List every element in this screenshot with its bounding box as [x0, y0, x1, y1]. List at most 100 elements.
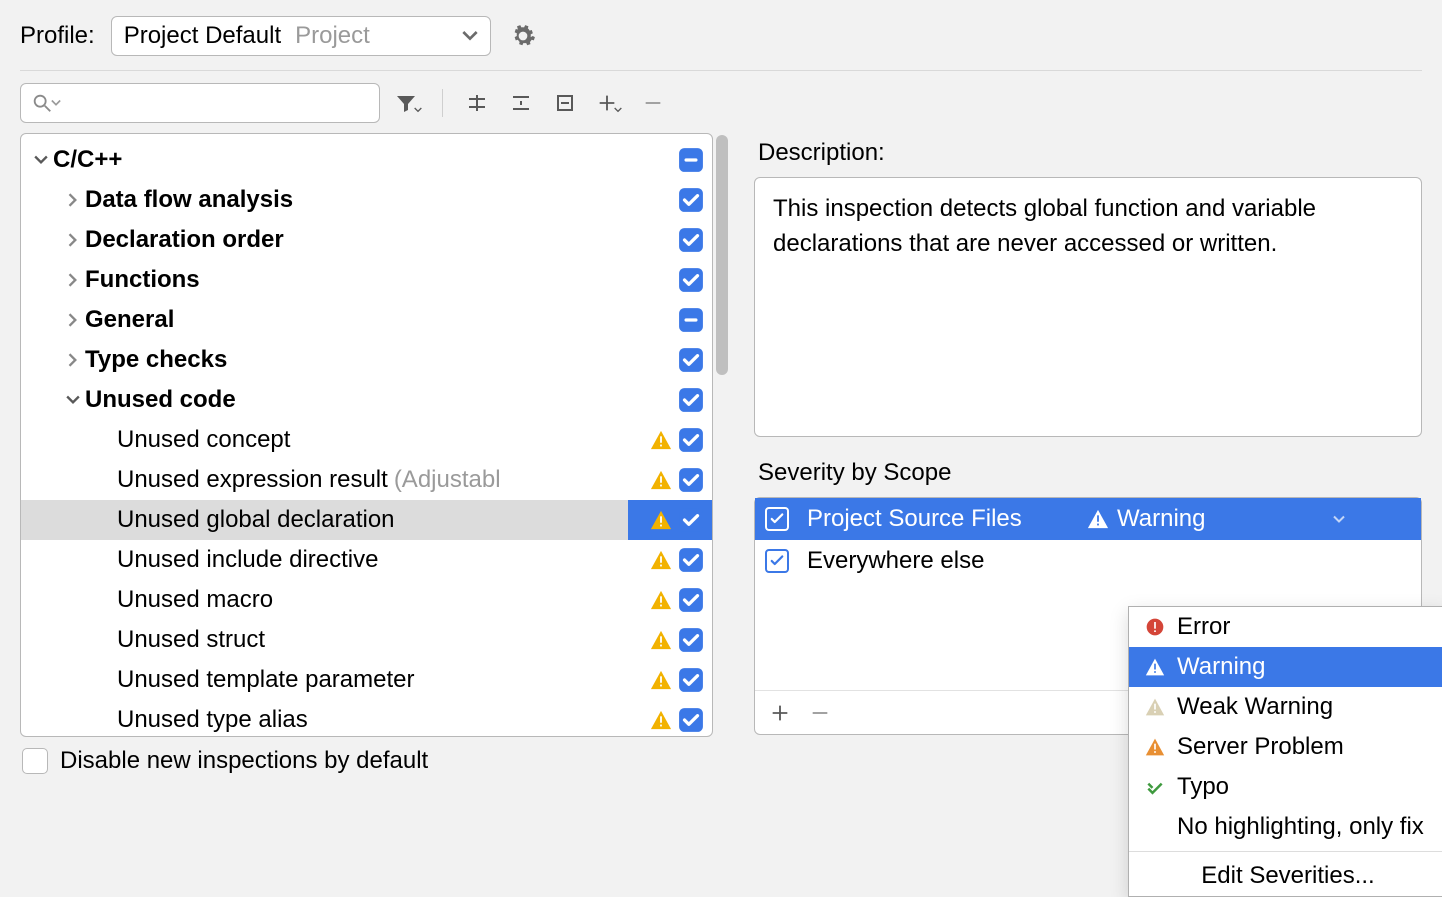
checkbox-icon[interactable] [678, 547, 704, 573]
tree-row[interactable]: C/C++ [21, 140, 712, 180]
profile-scope-suffix: Project [295, 22, 370, 50]
tree-label: Unused concept [117, 426, 290, 454]
dropdown-item[interactable]: Weak Warning [1129, 687, 1442, 727]
severity-row[interactable]: Everywhere else [755, 540, 1421, 582]
disable-label: Disable new inspections by default [60, 747, 428, 775]
tree-label: Data flow analysis [85, 186, 293, 214]
error-icon [1145, 617, 1165, 637]
minus-icon[interactable] [637, 87, 669, 119]
dropdown-label: Edit Severities... [1201, 862, 1374, 890]
tree-row[interactable]: Unused struct [21, 620, 712, 660]
tree-row[interactable]: Unused macro [21, 580, 712, 620]
severity-dropdown[interactable]: ErrorWarning Weak Warning Server Problem Ty… [1128, 606, 1442, 897]
scope-name: Project Source Files [807, 505, 1087, 533]
search-field[interactable] [69, 90, 369, 116]
warning-icon [650, 509, 672, 531]
tree-label: Unused type alias [117, 706, 308, 734]
chevron-down-icon [462, 30, 478, 42]
separator [442, 89, 443, 117]
severity-row[interactable]: Project Source Files Warning [755, 498, 1421, 540]
dropdown-item[interactable]: Typo [1129, 767, 1442, 807]
chevron-down-icon[interactable] [1333, 515, 1345, 524]
add-scope-icon[interactable] [769, 702, 791, 724]
checkbox-icon[interactable] [678, 387, 704, 413]
checkbox-icon[interactable] [678, 147, 704, 173]
profile-label: Profile: [20, 22, 95, 50]
typo-icon [1145, 777, 1165, 797]
chevron-right-icon[interactable] [61, 233, 85, 247]
profile-select[interactable]: Project Default Project [111, 16, 491, 56]
inspection-tree[interactable]: C/C++ Data flow analysis Declaration ord… [21, 134, 712, 737]
expand-all-icon[interactable] [461, 87, 493, 119]
disable-checkbox[interactable] [22, 748, 48, 774]
checkbox-icon[interactable] [765, 549, 789, 573]
chevron-right-icon[interactable] [61, 353, 85, 367]
checkbox-icon[interactable] [678, 467, 704, 493]
weak-icon [1145, 697, 1165, 717]
tree-row[interactable]: Data flow analysis [21, 180, 712, 220]
scrollbar[interactable] [713, 133, 731, 737]
tree-label: Unused expression result [117, 466, 388, 494]
tree-row[interactable]: Unused include directive [21, 540, 712, 580]
severity-value: Warning [1117, 505, 1205, 533]
checkbox-icon[interactable] [765, 507, 789, 531]
tree-row[interactable]: Type checks [21, 340, 712, 380]
checkbox-icon[interactable] [678, 267, 704, 293]
tree-row[interactable]: General [21, 300, 712, 340]
dropdown-item[interactable]: Edit Severities... [1129, 856, 1442, 896]
dropdown-item[interactable]: No highlighting, only fix [1129, 807, 1442, 847]
dropdown-label: Typo [1177, 773, 1229, 801]
chevron-right-icon[interactable] [61, 273, 85, 287]
warning-icon [650, 709, 672, 731]
checkbox-icon[interactable] [678, 187, 704, 213]
collapse-all-icon[interactable] [505, 87, 537, 119]
scrollbar-thumb[interactable] [716, 135, 728, 375]
checkbox-icon[interactable] [678, 227, 704, 253]
search-input[interactable] [20, 83, 380, 123]
warning-icon [650, 589, 672, 611]
chevron-down-icon[interactable] [61, 395, 85, 405]
warning-icon [650, 629, 672, 651]
checkbox-icon[interactable] [678, 427, 704, 453]
dropdown-item[interactable]: Error [1129, 607, 1442, 647]
dropdown-label: Server Problem [1177, 733, 1344, 761]
tree-label: Unused include directive [117, 546, 378, 574]
tree-row[interactable]: Declaration order [21, 220, 712, 260]
tree-row[interactable]: Unused global declaration [21, 500, 712, 540]
tree-label: Functions [85, 266, 200, 294]
tree-suffix: (Adjustabl [394, 466, 501, 494]
tree-row[interactable]: Unused expression result (Adjustabl [21, 460, 712, 500]
checkbox-icon[interactable] [678, 587, 704, 613]
tree-row[interactable]: Functions [21, 260, 712, 300]
tree-row[interactable]: Unused concept [21, 420, 712, 460]
gear-icon[interactable] [507, 20, 539, 52]
tree-label: Unused code [85, 386, 236, 414]
dropdown-label: Weak Warning [1177, 693, 1333, 721]
chevron-right-icon[interactable] [61, 193, 85, 207]
tree-label: General [85, 306, 174, 334]
tree-label: Unused global declaration [117, 506, 395, 534]
checkbox-icon[interactable] [678, 667, 704, 693]
checkbox-icon[interactable] [678, 307, 704, 333]
checkbox-icon[interactable] [678, 347, 704, 373]
tree-label: Unused struct [117, 626, 265, 654]
reset-icon[interactable] [549, 87, 581, 119]
checkbox-icon[interactable] [678, 627, 704, 653]
plus-icon[interactable] [593, 87, 625, 119]
checkbox-icon[interactable] [678, 507, 704, 533]
remove-scope-icon[interactable] [809, 702, 831, 724]
chevron-down-icon[interactable] [29, 155, 53, 165]
filter-icon[interactable] [392, 87, 424, 119]
severity-label: Severity by Scope [758, 459, 1422, 487]
tree-row[interactable]: Unused code [21, 380, 712, 420]
warning-icon [650, 549, 672, 571]
warning-icon [650, 469, 672, 491]
dropdown-item[interactable]: Server Problem [1129, 727, 1442, 767]
tree-label: Declaration order [85, 226, 284, 254]
dropdown-item[interactable]: Warning [1129, 647, 1442, 687]
checkbox-icon[interactable] [678, 707, 704, 733]
tree-row[interactable]: Unused type alias [21, 700, 712, 737]
warning-icon [1087, 508, 1109, 530]
tree-row[interactable]: Unused template parameter [21, 660, 712, 700]
chevron-right-icon[interactable] [61, 313, 85, 327]
